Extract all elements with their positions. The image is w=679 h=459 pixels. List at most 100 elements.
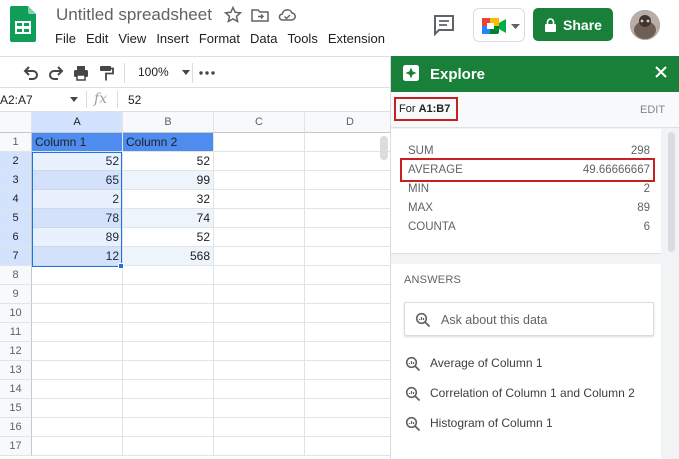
empty-cell[interactable] bbox=[123, 285, 214, 304]
cell-a7[interactable]: 12 bbox=[32, 247, 123, 266]
column-header-d[interactable]: D bbox=[305, 112, 390, 133]
empty-cell[interactable] bbox=[305, 304, 390, 323]
empty-cell[interactable] bbox=[305, 209, 390, 228]
cell-a6[interactable]: 89 bbox=[32, 228, 123, 247]
menu-edit[interactable]: Edit bbox=[86, 31, 108, 46]
column-header-a[interactable]: A bbox=[32, 112, 123, 133]
empty-cell[interactable] bbox=[214, 399, 305, 418]
fill-handle[interactable] bbox=[118, 263, 124, 269]
empty-cell[interactable] bbox=[305, 247, 390, 266]
empty-cell[interactable] bbox=[305, 152, 390, 171]
empty-cell[interactable] bbox=[214, 380, 305, 399]
row-header[interactable]: 2 bbox=[0, 152, 32, 171]
empty-cell[interactable] bbox=[305, 190, 390, 209]
menu-tools[interactable]: Tools bbox=[287, 31, 317, 46]
menu-extensions[interactable]: Extension bbox=[328, 31, 385, 46]
formula-input[interactable]: 52 bbox=[128, 93, 141, 107]
cell-a5[interactable]: 78 bbox=[32, 209, 123, 228]
row-header[interactable]: 12 bbox=[0, 342, 32, 361]
empty-cell[interactable] bbox=[305, 171, 390, 190]
empty-cell[interactable] bbox=[214, 418, 305, 437]
row-header[interactable]: 11 bbox=[0, 323, 32, 342]
menu-view[interactable]: View bbox=[118, 31, 146, 46]
meet-button[interactable] bbox=[473, 8, 525, 42]
empty-cell[interactable] bbox=[214, 152, 305, 171]
row-header[interactable]: 9 bbox=[0, 285, 32, 304]
empty-cell[interactable] bbox=[305, 228, 390, 247]
row-header[interactable]: 8 bbox=[0, 266, 32, 285]
empty-cell[interactable] bbox=[123, 323, 214, 342]
empty-cell[interactable] bbox=[305, 399, 390, 418]
print-icon[interactable] bbox=[72, 64, 90, 82]
row-header[interactable]: 14 bbox=[0, 380, 32, 399]
cell-a2[interactable]: 52 bbox=[32, 152, 123, 171]
column-header-b[interactable]: B bbox=[123, 112, 214, 133]
cell-b7[interactable]: 568 bbox=[123, 247, 214, 266]
empty-cell[interactable] bbox=[32, 399, 123, 418]
row-header[interactable]: 6 bbox=[0, 228, 32, 247]
cell-b4[interactable]: 32 bbox=[123, 190, 214, 209]
empty-cell[interactable] bbox=[32, 361, 123, 380]
empty-cell[interactable] bbox=[32, 437, 123, 456]
zoom-select[interactable]: 100% bbox=[138, 65, 191, 79]
empty-cell[interactable] bbox=[214, 171, 305, 190]
row-header[interactable]: 13 bbox=[0, 361, 32, 380]
suggestion-item[interactable]: Histogram of Column 1 bbox=[405, 414, 650, 434]
panel-scrollbar[interactable] bbox=[668, 132, 675, 252]
empty-cell[interactable] bbox=[214, 342, 305, 361]
empty-cell[interactable] bbox=[32, 380, 123, 399]
empty-cell[interactable] bbox=[214, 190, 305, 209]
undo-icon[interactable] bbox=[22, 64, 40, 82]
row-header[interactable]: 3 bbox=[0, 171, 32, 190]
sheets-logo-icon[interactable] bbox=[10, 6, 36, 42]
empty-cell[interactable] bbox=[123, 266, 214, 285]
empty-cell[interactable] bbox=[214, 247, 305, 266]
ask-data-input[interactable]: Ask about this data bbox=[404, 302, 654, 336]
empty-cell[interactable] bbox=[123, 437, 214, 456]
empty-cell[interactable] bbox=[32, 342, 123, 361]
edit-range-button[interactable]: EDIT bbox=[640, 104, 665, 116]
move-folder-icon[interactable] bbox=[250, 5, 270, 25]
empty-cell[interactable] bbox=[32, 418, 123, 437]
cell-a4[interactable]: 2 bbox=[32, 190, 123, 209]
menu-format[interactable]: Format bbox=[199, 31, 240, 46]
empty-cell[interactable] bbox=[123, 418, 214, 437]
grid-scrollbar[interactable] bbox=[380, 136, 388, 160]
cell-b2[interactable]: 52 bbox=[123, 152, 214, 171]
document-title[interactable]: Untitled spreadsheet bbox=[56, 5, 212, 25]
name-box[interactable]: A2:A7 bbox=[0, 93, 78, 107]
menu-file[interactable]: File bbox=[55, 31, 76, 46]
empty-cell[interactable] bbox=[305, 342, 390, 361]
row-header[interactable]: 15 bbox=[0, 399, 32, 418]
empty-cell[interactable] bbox=[123, 399, 214, 418]
empty-cell[interactable] bbox=[123, 342, 214, 361]
column-header-c[interactable]: C bbox=[214, 112, 305, 133]
empty-cell[interactable] bbox=[305, 437, 390, 456]
empty-cell[interactable] bbox=[123, 361, 214, 380]
empty-cell[interactable] bbox=[214, 361, 305, 380]
cell-a3[interactable]: 65 bbox=[32, 171, 123, 190]
empty-cell[interactable] bbox=[123, 304, 214, 323]
empty-cell[interactable] bbox=[32, 323, 123, 342]
share-button[interactable]: Share bbox=[533, 8, 613, 41]
row-header[interactable]: 16 bbox=[0, 418, 32, 437]
cell-d1[interactable] bbox=[305, 133, 390, 152]
empty-cell[interactable] bbox=[214, 285, 305, 304]
select-all-corner[interactable] bbox=[0, 112, 32, 133]
empty-cell[interactable] bbox=[214, 266, 305, 285]
empty-cell[interactable] bbox=[305, 323, 390, 342]
suggestion-item[interactable]: Average of Column 1 bbox=[405, 354, 650, 374]
empty-cell[interactable] bbox=[214, 228, 305, 247]
cell-b6[interactable]: 52 bbox=[123, 228, 214, 247]
star-icon[interactable] bbox=[223, 5, 243, 25]
row-header[interactable]: 5 bbox=[0, 209, 32, 228]
row-header[interactable]: 4 bbox=[0, 190, 32, 209]
row-header[interactable]: 1 bbox=[0, 133, 32, 152]
row-header[interactable]: 7 bbox=[0, 247, 32, 266]
cell-b3[interactable]: 99 bbox=[123, 171, 214, 190]
empty-cell[interactable] bbox=[214, 323, 305, 342]
empty-cell[interactable] bbox=[305, 418, 390, 437]
cell-b5[interactable]: 74 bbox=[123, 209, 214, 228]
menu-insert[interactable]: Insert bbox=[156, 31, 189, 46]
avatar[interactable] bbox=[630, 10, 660, 40]
